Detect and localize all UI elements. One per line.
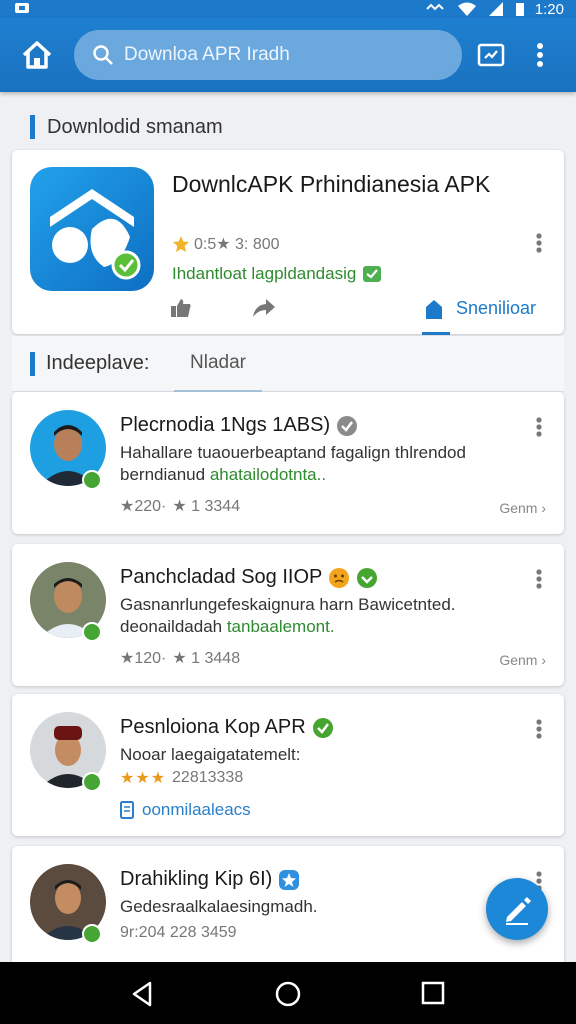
rating-text: 0:5★ 3: 800 [194, 236, 280, 253]
item-title: Drahikling Kip 6I) [120, 868, 300, 891]
featured-app-card[interactable]: DownlcAPK Prhindianesia APK 0:5★ 3: 800 … [12, 150, 564, 335]
app-logo-icon [30, 167, 154, 291]
item-title: Plecrnodia 1Ngs 1ABS) [120, 414, 358, 437]
check-circle-icon [312, 717, 333, 738]
featured-rating: 0:5★ 3: 800 [172, 234, 280, 254]
item-desc-line-2a: deonaildadah [120, 617, 227, 636]
featured-menu-icon[interactable] [530, 230, 548, 256]
battery-icon [515, 3, 524, 16]
recents-icon[interactable] [420, 980, 446, 1006]
verified-badge-icon [82, 622, 102, 642]
item-stars: ★★★ [120, 770, 167, 787]
edit-icon [506, 897, 531, 925]
subscribe-label: Snenilioar [456, 298, 537, 318]
wifi-icon [457, 2, 476, 16]
featured-download-link[interactable]: Ihdantloat lagpldandasig [172, 264, 382, 284]
verified-badge-icon [82, 924, 102, 944]
item-description: Hahallare tuaouerbeaptand fagalign thlre… [120, 442, 520, 486]
item-title: Panchcladad Sog IIOP [120, 566, 378, 589]
item-stat-2: ★ 1 3448 [172, 650, 241, 667]
subscribe-button[interactable]: Snenilioar [422, 298, 537, 335]
item-stat-2: ★ 1 3344 [172, 498, 241, 515]
list-item[interactable]: Drahikling Kip 6I) Gedesraalkalaesingmad… [12, 846, 564, 976]
file-icon [120, 801, 134, 819]
item-desc-line-2b: tanbaalemont. [226, 617, 335, 636]
item-stats: ★120· ★ 1 3448 [120, 648, 240, 668]
list-item[interactable]: Pesnloiona Kop APR Nooar laegaigatatemel… [12, 694, 564, 836]
download-text: Ihdantloat lagpldandasig [172, 264, 357, 283]
search-icon [93, 45, 113, 65]
tab-active-label: Nladar [190, 352, 246, 373]
item-more-link[interactable]: Genm › [499, 652, 546, 668]
item-description: Gasnanrlungefeskaignura harn Bawicetnted… [120, 594, 520, 638]
item-desc-line-1: Nooar laegaigatatemelt: [120, 745, 301, 764]
tab-active[interactable]: Nladar [174, 352, 262, 392]
system-nav-bar [0, 962, 576, 1024]
item-more-link[interactable]: Genm › [499, 500, 546, 516]
status-time: 1:20 [534, 0, 564, 18]
download-badge-icon [357, 567, 378, 588]
tabs-label: Indeeplave: [46, 352, 150, 374]
item-description: Nooar laegaigatatemelt: [120, 744, 520, 766]
item-link-text: oonmilaaleacs [142, 800, 251, 819]
item-description: Gedesraalkalaesingmadh. [120, 896, 520, 918]
compose-fab[interactable] [486, 878, 548, 940]
item-desc-line-1: Hahallare tuaouerbeaptand fagalign thlre… [120, 443, 466, 462]
item-desc-line-2b: ahatailodotnta.. [209, 465, 327, 484]
verified-icon [363, 266, 382, 282]
featured-app-title: DownlcAPK Prhindianesia APK [172, 171, 491, 197]
list-item[interactable]: Plecrnodia 1Ngs 1ABS) Hahallare tuaouerb… [12, 392, 564, 534]
item-stat-2: 22813338 [172, 769, 244, 786]
back-icon[interactable] [128, 980, 156, 1008]
star-badge-icon [279, 869, 300, 890]
item-stat-2: 9r:204 228 3459 [120, 924, 237, 941]
item-stat-1: ★220· [120, 498, 167, 515]
nav-home-icon[interactable] [274, 980, 302, 1008]
section-header: Downlodid smanam [30, 114, 223, 140]
search-bar[interactable] [74, 30, 462, 80]
star-icon [173, 236, 189, 252]
item-menu-icon[interactable] [530, 716, 548, 742]
verified-badge-icon [82, 470, 102, 490]
item-title-text: Panchcladad Sog IIOP [120, 566, 323, 588]
subscribe-underline [422, 332, 450, 335]
tabs-bar: Indeeplave: Nladar [12, 336, 564, 392]
app-bar [0, 18, 576, 92]
share-icon[interactable] [252, 298, 276, 318]
vibrate-icon [426, 3, 444, 11]
item-title-text: Pesnloiona Kop APR [120, 716, 306, 738]
item-stats: ★★★ 22813338 [120, 768, 243, 788]
item-title: Pesnloiona Kop APR [120, 716, 334, 739]
tabs-accent-bar [30, 352, 35, 376]
item-stats: ★220· ★ 1 3344 [120, 496, 240, 516]
home-icon[interactable] [18, 36, 56, 74]
item-desc-line-1: Gasnanrlungefeskaignura harn Bawicetnted… [120, 595, 456, 614]
item-download-link[interactable]: oonmilaaleacs [120, 800, 251, 820]
thumbs-up-icon[interactable] [170, 298, 192, 318]
item-desc-line-2a: berndianud [120, 465, 210, 484]
search-input[interactable] [124, 44, 444, 66]
item-menu-icon[interactable] [530, 414, 548, 440]
item-title-text: Plecrnodia 1Ngs 1ABS) [120, 414, 331, 436]
overflow-menu-icon[interactable] [528, 38, 552, 72]
item-stat-1: ★120· [120, 650, 167, 667]
emoji-icon [329, 567, 350, 588]
section-title: Downlodid smanam [47, 115, 223, 138]
list-item[interactable]: Panchcladad Sog IIOP Gasnanrlungefeskaig… [12, 544, 564, 686]
notification-icon [15, 3, 29, 13]
subscribe-icon [426, 300, 442, 319]
cast-icon[interactable] [474, 38, 508, 72]
item-menu-icon[interactable] [530, 566, 548, 592]
item-stats: 9r:204 228 3459 [120, 924, 237, 942]
check-circle-icon [337, 415, 358, 436]
item-desc-line-1: Gedesraalkalaesingmadh. [120, 897, 318, 916]
verified-badge-icon [82, 772, 102, 792]
status-bar: 1:20 [0, 0, 576, 18]
signal-icon [488, 2, 503, 16]
item-title-text: Drahikling Kip 6I) [120, 868, 273, 890]
section-accent-bar [30, 115, 35, 139]
